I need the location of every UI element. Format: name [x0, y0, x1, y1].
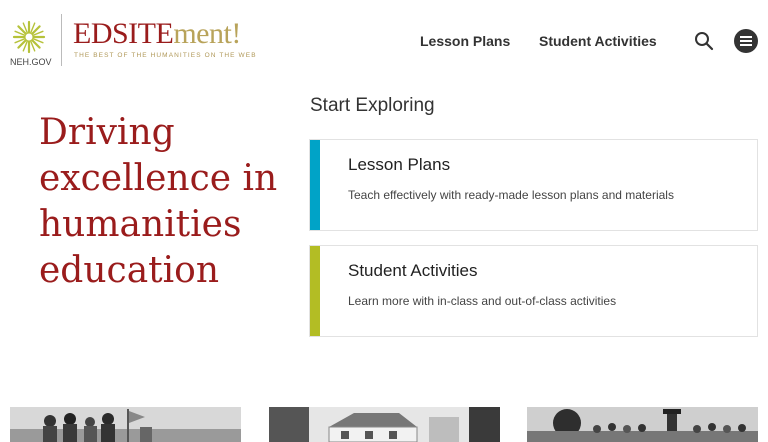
nav-student-activities[interactable]: Student Activities: [539, 33, 657, 49]
hamburger-menu-icon[interactable]: [734, 29, 758, 53]
card-accent-bar: [310, 246, 320, 336]
card-title: Lesson Plans: [348, 155, 451, 174]
card-description: Teach effectively with ready-made lesson…: [348, 188, 674, 202]
edsitement-logo[interactable]: EDSITEment!: [73, 18, 241, 50]
brand-main-text: EDSITE: [73, 17, 174, 50]
logo-divider: [61, 14, 62, 66]
neh-gov-label[interactable]: NEH.GOV: [10, 57, 52, 67]
neh-sunburst-logo-icon[interactable]: [12, 20, 46, 54]
lesson-plans-card[interactable]: Lesson Plans Teach effectively with read…: [310, 140, 757, 230]
student-activities-card[interactable]: Student Activities Learn more with in-cl…: [310, 246, 757, 336]
feature-image-soldiers[interactable]: [10, 407, 241, 442]
nav-lesson-plans[interactable]: Lesson Plans: [420, 33, 510, 49]
card-accent-bar: [310, 140, 320, 230]
brand-tagline: THE BEST OF THE HUMANITIES ON THE WEB: [74, 52, 257, 59]
search-icon[interactable]: [694, 31, 714, 51]
feature-image-building[interactable]: [269, 407, 500, 442]
hero-title: Driving excellence in humanities educati…: [39, 112, 278, 291]
card-title: Student Activities: [348, 261, 478, 280]
site-header: NEH.GOV EDSITEment! THE BEST OF THE HUMA…: [0, 0, 768, 80]
feature-image-locomotive[interactable]: [527, 407, 758, 442]
card-description: Learn more with in-class and out-of-clas…: [348, 294, 617, 308]
brand-accent-text: ment!: [173, 17, 241, 50]
start-exploring-heading: Start Exploring: [310, 95, 435, 116]
